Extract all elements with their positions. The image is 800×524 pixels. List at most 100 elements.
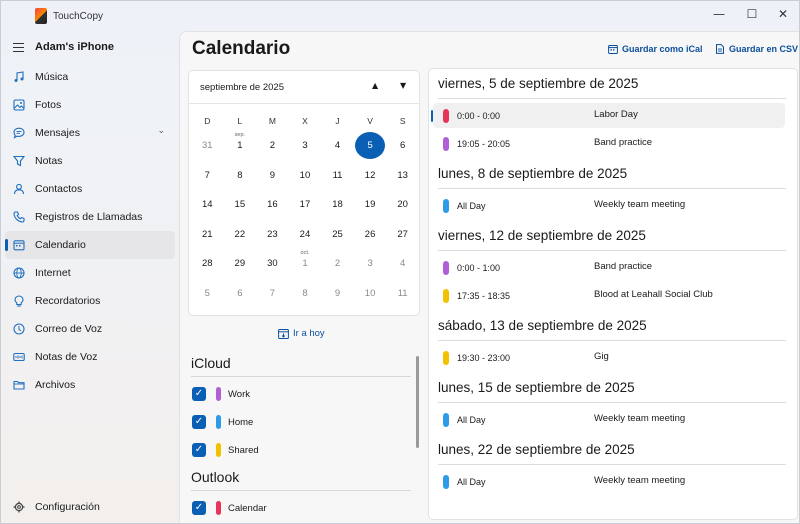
calendar-day[interactable]: 19	[354, 190, 387, 220]
calendar-day[interactable]: 14	[191, 190, 224, 220]
calendar-day[interactable]: 17	[289, 190, 322, 220]
sidebar-item-internet[interactable]: Internet	[5, 259, 175, 287]
calendar-day[interactable]: 27	[386, 220, 419, 250]
chevron-down-icon[interactable]: ⌄	[157, 126, 165, 136]
save-csv-button[interactable]: Guardar en CSV	[715, 41, 798, 57]
event-row[interactable]: 17:35 - 18:35 Blood at Leahall Social Clu…	[433, 283, 785, 308]
event-row[interactable]: 0:00 - 1:00 Band practice	[433, 255, 785, 280]
calendar-day[interactable]: 4	[321, 131, 354, 161]
calendar-day[interactable]: oct. 1	[289, 249, 322, 279]
day-number: 12	[364, 169, 376, 181]
prev-month-button[interactable]: ▲	[372, 81, 378, 90]
calendar-day[interactable]: 7	[256, 279, 289, 309]
calendar-day[interactable]: 8	[224, 161, 257, 191]
calendar-day-today[interactable]: 5	[354, 131, 387, 161]
sidebar-item-calendario[interactable]: Calendario	[5, 231, 175, 259]
sidebar-item-recordatorios[interactable]: Recordatorios	[5, 287, 175, 315]
day-number: 31	[201, 140, 213, 152]
sidebar-item-musica[interactable]: Música	[5, 63, 175, 91]
globe-icon	[13, 267, 25, 279]
event-row[interactable]: All Day Weekly team meeting	[433, 407, 785, 432]
calendar-day[interactable]: 29	[224, 249, 257, 279]
page-title: Calendario	[192, 38, 291, 59]
event-row[interactable]: 19:05 - 20:05 Band practice	[433, 131, 785, 156]
sidebar-item-mensajes[interactable]: Mensajes ⌄	[5, 119, 175, 147]
calendar-day[interactable]: 31	[191, 131, 224, 161]
calendar-day[interactable]: 7	[191, 161, 224, 191]
calendar-day[interactable]: 3	[354, 249, 387, 279]
weekday-label: V	[367, 116, 373, 126]
go-to-today-button[interactable]: Ir a hoy	[278, 328, 325, 339]
calendar-day[interactable]: 2	[256, 131, 289, 161]
calendar-day[interactable]: 16	[256, 190, 289, 220]
day-number: 24	[299, 228, 311, 240]
calendar-day[interactable]: 9	[321, 279, 354, 309]
calendar-day[interactable]: 9	[256, 161, 289, 191]
checkbox-checked[interactable]: ✓	[192, 387, 206, 401]
checkbox-checked[interactable]: ✓	[192, 443, 206, 457]
hamburger-menu-icon[interactable]	[13, 43, 24, 52]
event-time: All Day	[457, 201, 486, 211]
checkbox-checked[interactable]: ✓	[192, 501, 206, 515]
calendar-day[interactable]: 15	[224, 190, 257, 220]
checkbox-checked[interactable]: ✓	[192, 415, 206, 429]
calendar-source-icloud-home[interactable]: ✓ Home	[192, 414, 392, 430]
next-month-button[interactable]: ▼	[400, 81, 406, 90]
sidebar-item-fotos[interactable]: Fotos	[5, 91, 175, 119]
calendar-day[interactable]: 6	[386, 131, 419, 161]
folder-icon	[13, 380, 25, 390]
sidebar-item-registros-de-llamadas[interactable]: Registros de Llamadas	[5, 203, 175, 231]
calendar-day[interactable]: 21	[191, 220, 224, 250]
day-divider	[438, 464, 786, 465]
source-group-title-outlook: Outlook	[191, 469, 240, 485]
calendar-source-icloud-work[interactable]: ✓ Work	[192, 386, 392, 402]
event-row[interactable]: All Day Weekly team meeting	[433, 193, 785, 218]
sources-scrollbar[interactable]	[416, 356, 419, 448]
calendar-day[interactable]: sep. 1	[224, 131, 257, 161]
event-color-swatch	[443, 109, 449, 123]
calendar-day[interactable]: 20	[386, 190, 419, 220]
calendar-day[interactable]: 11	[386, 279, 419, 309]
day-number: 21	[201, 228, 213, 240]
calendar-day[interactable]: 2	[321, 249, 354, 279]
calendar-source-icloud-shared[interactable]: ✓ Shared	[192, 442, 392, 458]
calendar-day[interactable]: 23	[256, 220, 289, 250]
calendar-day[interactable]: 24	[289, 220, 322, 250]
day-number: 7	[204, 169, 210, 181]
calendar-source-outlook-calendar[interactable]: ✓ Calendar	[192, 500, 392, 516]
calendar-day[interactable]: 22	[224, 220, 257, 250]
calendar-day[interactable]: 8	[289, 279, 322, 309]
sidebar-item-correo-de-voz[interactable]: Correo de Voz	[5, 315, 175, 343]
calendar-source-label: Work	[228, 389, 250, 400]
sidebar-item-archivos[interactable]: Archivos	[5, 371, 175, 399]
minimize-button[interactable]: —	[705, 3, 733, 25]
save-ical-button[interactable]: Guardar como iCal	[608, 41, 703, 57]
calendar-day[interactable]: 13	[386, 161, 419, 191]
sidebar-item-label: Configuración	[35, 501, 100, 513]
event-row[interactable]: 0:00 - 0:00 Labor Day	[431, 103, 785, 128]
calendar-day[interactable]: 5	[191, 279, 224, 309]
calendar-day[interactable]: 25	[321, 220, 354, 250]
maximize-button[interactable]: ☐	[738, 3, 766, 25]
sidebar-item-notas[interactable]: Notas	[5, 147, 175, 175]
calendar-grid: D L M X J V S 31 sep. 1 2 3 4 5 6 7 8 9 10 11 12 13 14 15 16 17 18…	[191, 111, 419, 308]
calendar-day[interactable]: 6	[224, 279, 257, 309]
calendar-day[interactable]: 26	[354, 220, 387, 250]
sidebar-item-notas-de-voz[interactable]: Notas de Voz	[5, 343, 175, 371]
close-button[interactable]: ✕	[769, 3, 797, 25]
day-number: 10	[299, 169, 311, 181]
calendar-day[interactable]: 18	[321, 190, 354, 220]
calendar-day[interactable]: 12	[354, 161, 387, 191]
calendar-week-row: 31 sep. 1 2 3 4 5 6	[191, 131, 419, 161]
sidebar-item-settings[interactable]: Configuración	[5, 493, 175, 521]
calendar-day[interactable]: 30	[256, 249, 289, 279]
sidebar-item-contactos[interactable]: Contactos	[5, 175, 175, 203]
calendar-day[interactable]: 10	[354, 279, 387, 309]
calendar-day[interactable]: 11	[321, 161, 354, 191]
event-row[interactable]: All Day Weekly team meeting	[433, 469, 785, 494]
calendar-day[interactable]: 10	[289, 161, 322, 191]
calendar-day[interactable]: 3	[289, 131, 322, 161]
calendar-day[interactable]: 28	[191, 249, 224, 279]
event-row[interactable]: 19:30 - 23:00 Gig	[433, 345, 785, 370]
calendar-day[interactable]: 4	[386, 249, 419, 279]
